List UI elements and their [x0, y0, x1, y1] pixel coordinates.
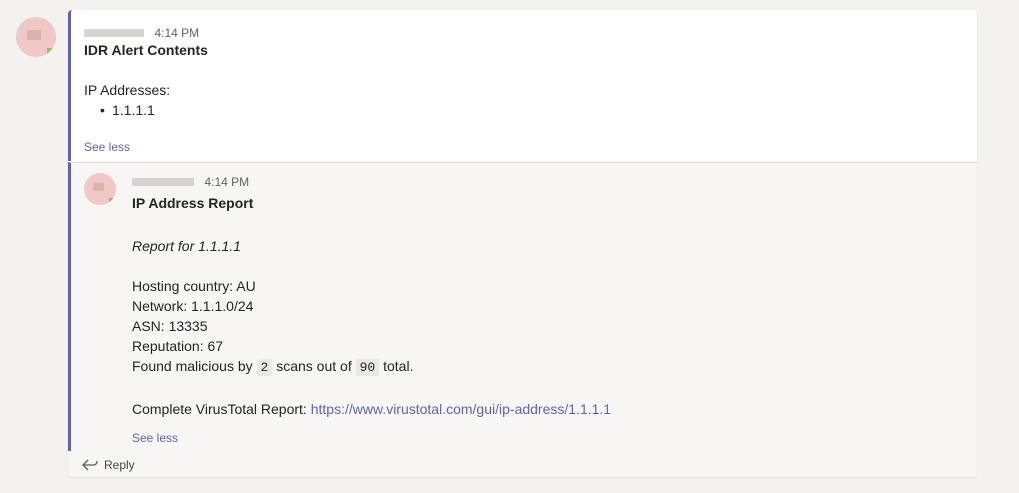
- malicious-scan-summary: Found malicious by 2 scans out of 90 tot…: [132, 358, 414, 376]
- total-count: 90: [355, 359, 380, 376]
- hosting-country: Hosting country: AU: [132, 278, 256, 294]
- avatar-image: [93, 183, 104, 191]
- avatar[interactable]: [84, 173, 116, 205]
- reputation: Reputation: 67: [132, 338, 224, 354]
- message-thread: 4:14 PM IDR Alert Contents IP Addresses:…: [68, 10, 977, 477]
- reply-message: 4:14 PM IP Address Report Report for 1.1…: [68, 162, 977, 451]
- asn: ASN: 13335: [132, 318, 208, 334]
- virustotal-label: Complete VirusTotal Report:: [132, 401, 307, 417]
- reply-label: Reply: [104, 458, 135, 472]
- message-header: 4:14 PM: [132, 173, 249, 191]
- avatar-image: [27, 30, 41, 40]
- bullet-icon: •: [100, 102, 105, 118]
- network: Network: 1.1.1.0/24: [132, 298, 254, 314]
- report-for-text: Report for 1.1.1.1: [132, 238, 241, 254]
- found-prefix: Found malicious by: [132, 358, 253, 374]
- message-title: IDR Alert Contents: [84, 42, 208, 58]
- presence-status-icon: [47, 48, 56, 57]
- message-header: 4:14 PM: [84, 24, 199, 42]
- malicious-count: 2: [256, 359, 273, 376]
- virustotal-report-line: Complete VirusTotal Report: https://www.…: [132, 401, 611, 417]
- reply-arrow-icon: [82, 459, 98, 471]
- virustotal-link[interactable]: https://www.virustotal.com/gui/ip-addres…: [311, 401, 611, 417]
- ip-addresses-label: IP Addresses:: [84, 82, 171, 98]
- reply-button[interactable]: Reply: [68, 452, 977, 477]
- ip-address: 1.1.1.1: [112, 102, 155, 118]
- list-item: • 1.1.1.1: [100, 102, 155, 118]
- message-title: IP Address Report: [132, 195, 254, 211]
- see-less-link[interactable]: See less: [84, 140, 130, 154]
- found-suffix: total.: [383, 358, 414, 374]
- root-message: 4:14 PM IDR Alert Contents IP Addresses:…: [68, 10, 977, 161]
- see-less-link[interactable]: See less: [132, 431, 178, 445]
- message-timestamp: 4:14 PM: [154, 26, 200, 40]
- sender-name[interactable]: [84, 28, 144, 37]
- avatar[interactable]: [16, 17, 56, 57]
- presence-status-icon: [109, 198, 116, 205]
- message-timestamp: 4:14 PM: [204, 175, 250, 189]
- found-middle: scans out of: [276, 358, 352, 374]
- sender-name[interactable]: [132, 177, 194, 186]
